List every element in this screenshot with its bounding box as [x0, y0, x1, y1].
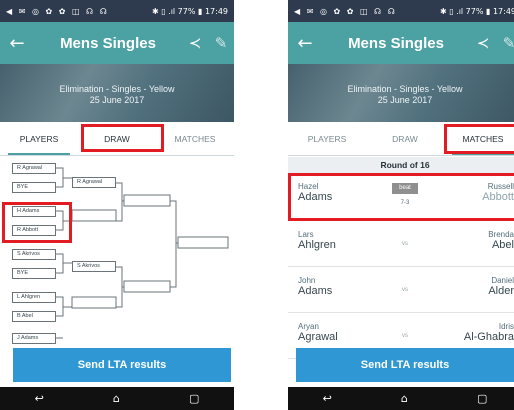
status-bar: ◀ ✉ ◎ ✿ ✿ ◫ ☊ ☊ ✱ ▯ .ıl 77% ▮ 17:49	[0, 0, 234, 22]
player-last-name: Alder	[488, 285, 514, 297]
player-last-name: Abbott	[482, 191, 514, 203]
draw-slot[interactable]: L Ahlgren	[12, 292, 56, 303]
player-one: Hazel Adams	[298, 181, 332, 203]
android-nav-bar: ↩ ⌂ ▢	[288, 387, 514, 410]
notification-icons: ◀ ✉ ◎ ✿ ✿ ◫ ☊ ☊	[294, 6, 397, 16]
player-last-name: Adams	[298, 191, 333, 203]
event-type: Elimination - Singles - Yellow	[347, 84, 463, 94]
android-nav-bar: ↩ ⌂ ▢	[0, 387, 234, 410]
tab-draw[interactable]: DRAW	[366, 122, 444, 155]
draw-slot[interactable]: J Adams	[12, 333, 56, 344]
draw-slot[interactable]: R Agrawal	[12, 163, 56, 174]
player-two: Russell Abbott	[482, 181, 514, 203]
match-row[interactable]: Lars Ahlgren vs Brenda Abel	[288, 221, 514, 267]
send-lta-results-button[interactable]: Send LTA results	[13, 348, 231, 382]
nav-back-icon[interactable]: ↩	[323, 392, 332, 405]
share-icon[interactable]: ≺	[182, 34, 208, 52]
matches-screen: ◀ ✉ ◎ ✿ ✿ ◫ ☊ ☊ ✱ ▯ .ıl 77% ▮ 17:49 ← Me…	[288, 0, 514, 410]
draw-slot[interactable]: B Abel	[12, 311, 56, 322]
nav-home-icon[interactable]: ⌂	[401, 392, 408, 405]
event-date: 25 June 2017	[377, 95, 433, 105]
status-indicators: ✱ ▯ .ıl 77% ▮ 17:49	[151, 6, 228, 16]
player-last-name: Adams	[298, 285, 333, 297]
draw-screen: ◀ ✉ ◎ ✿ ✿ ◫ ☊ ☊ ✱ ▯ .ıl 77% ▮ 17:49 ← Me…	[0, 0, 234, 410]
player-one: John Adams	[298, 275, 332, 297]
back-arrow-icon[interactable]: ←	[0, 33, 34, 54]
screen-title: Mens Singles	[348, 34, 444, 52]
screen-title: Mens Singles	[60, 34, 156, 52]
event-type: Elimination - Singles - Yellow	[59, 84, 175, 94]
player-last-name: Al-Ghabra	[463, 331, 514, 343]
player-one: Aryan Agrawal	[298, 321, 338, 343]
result-badge: beat	[392, 183, 418, 194]
match-row[interactable]: Hazel Adams beat 7-3 Russell Abbott	[288, 173, 514, 219]
match-score: 7-3	[400, 200, 410, 206]
draw-bracket[interactable]: R Agrawal BYE H Adams R Abbott S Akrivos…	[0, 157, 234, 345]
draw-slot[interactable]: BYE	[12, 182, 56, 193]
draw-slot-round2[interactable]: R Agrawal	[72, 177, 116, 188]
player-two: Brenda Abel	[488, 229, 514, 251]
player-two: Idris Al-Ghabra	[464, 321, 514, 343]
draw-slot[interactable]: S Akrivos	[12, 249, 56, 260]
nav-recent-icon[interactable]: ▢	[189, 392, 199, 405]
nav-back-icon[interactable]: ↩	[35, 392, 44, 405]
app-bar: ← Mens Singles ≺ ✎	[288, 22, 514, 64]
round-header: Round of 16	[288, 157, 514, 173]
nav-home-icon[interactable]: ⌂	[113, 392, 120, 405]
versus-label: vs	[402, 287, 408, 293]
player-last-name: Ahlgren	[298, 239, 336, 251]
event-banner: Elimination - Singles - Yellow 25 June 2…	[0, 64, 234, 122]
send-lta-results-button[interactable]: Send LTA results	[296, 348, 514, 382]
tab-draw[interactable]: DRAW	[78, 122, 156, 155]
player-one: Lars Ahlgren	[298, 229, 336, 251]
draw-slot[interactable]: R Abbott	[12, 225, 56, 236]
edit-icon[interactable]: ✎	[208, 34, 234, 52]
draw-slot-round2[interactable]: S Akrivos	[72, 261, 116, 272]
tab-matches[interactable]: MATCHES	[444, 122, 514, 155]
tab-bar: PLAYERS DRAW MATCHES	[0, 122, 234, 156]
edit-icon[interactable]: ✎	[496, 34, 514, 52]
tab-bar: PLAYERS DRAW MATCHES	[288, 122, 514, 156]
draw-slot[interactable]: H Adams	[12, 206, 56, 217]
player-last-name: Abel	[491, 239, 514, 251]
app-bar: ← Mens Singles ≺ ✎	[0, 22, 234, 64]
share-icon[interactable]: ≺	[470, 34, 496, 52]
player-last-name: Agrawal	[298, 331, 338, 343]
tab-players[interactable]: PLAYERS	[288, 122, 366, 155]
player-two: Daniel Alder	[488, 275, 514, 297]
draw-slot[interactable]: BYE	[12, 268, 56, 279]
versus-label: vs	[402, 241, 408, 247]
event-banner: Elimination - Singles - Yellow 25 June 2…	[288, 64, 514, 122]
tab-matches[interactable]: MATCHES	[156, 122, 234, 155]
match-row[interactable]: John Adams vs Daniel Alder	[288, 267, 514, 313]
versus-label: vs	[402, 333, 408, 339]
status-bar: ◀ ✉ ◎ ✿ ✿ ◫ ☊ ☊ ✱ ▯ .ıl 77% ▮ 17:49	[288, 0, 514, 22]
back-arrow-icon[interactable]: ←	[288, 33, 322, 54]
notification-icons: ◀ ✉ ◎ ✿ ✿ ◫ ☊ ☊	[6, 6, 109, 16]
nav-recent-icon[interactable]: ▢	[477, 392, 487, 405]
event-date: 25 June 2017	[89, 95, 145, 105]
tab-players[interactable]: PLAYERS	[0, 122, 78, 155]
status-indicators: ✱ ▯ .ıl 77% ▮ 17:49	[439, 6, 514, 16]
